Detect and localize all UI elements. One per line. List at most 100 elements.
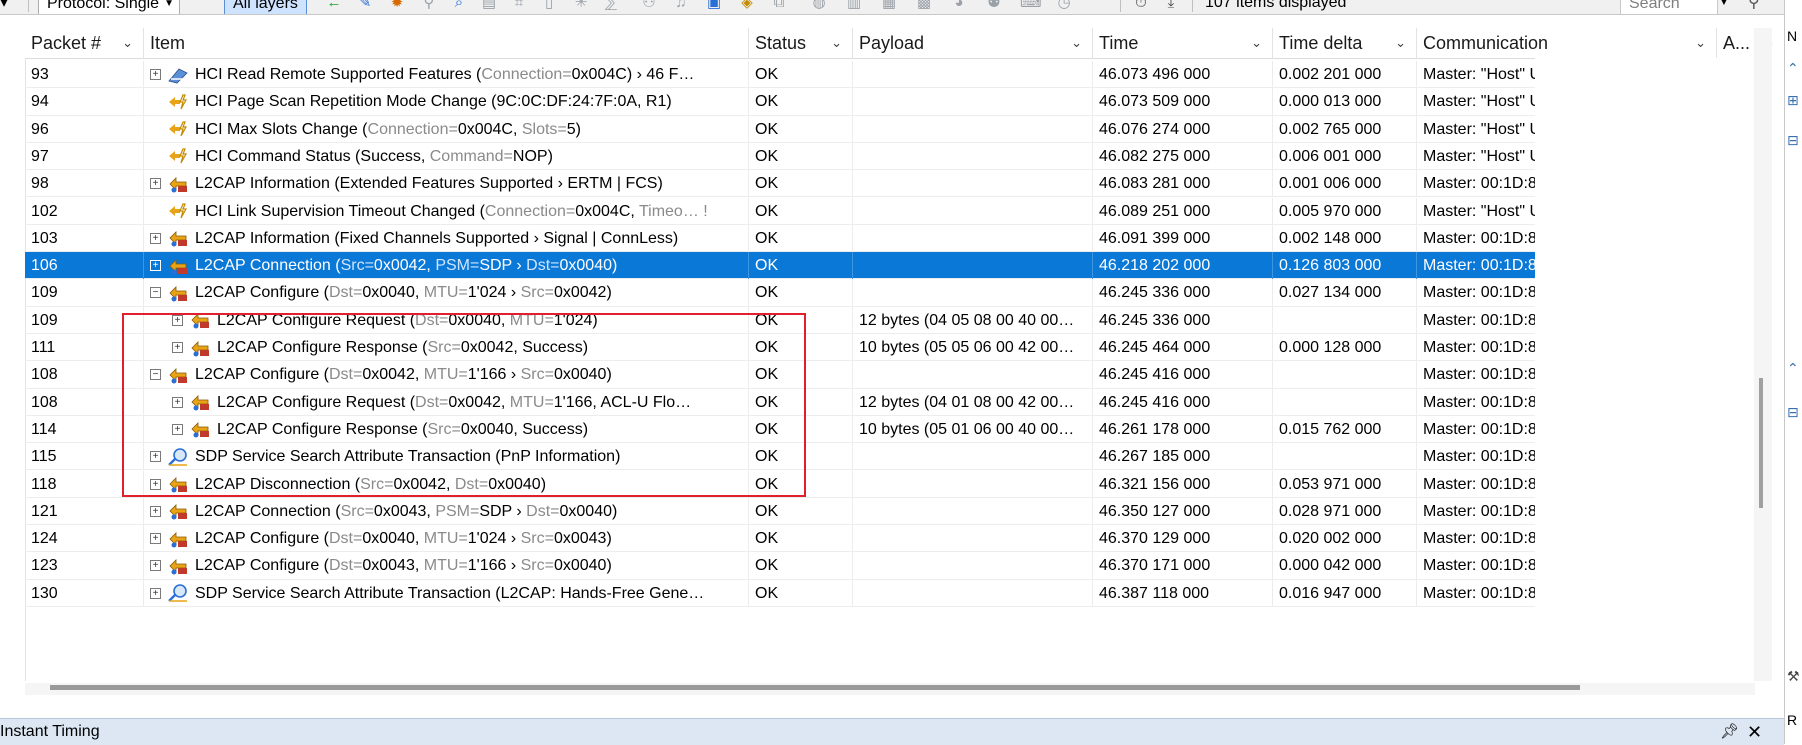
expand-icon[interactable]: + [150,478,161,490]
cell-time-delta: 0.005 970 000 [1273,197,1417,225]
cell-payload [853,197,1093,225]
column-header-time-delta[interactable]: Time delta ⌄ [1273,28,1417,58]
expand-icon[interactable]: + [172,423,183,435]
table-row[interactable]: 93 + HCI Read Remote Supported Features (C… [25,61,1535,89]
toolbar-dropdown-arrow[interactable]: ▾ [0,0,8,14]
cell-time-delta: 0.015 762 000 [1273,415,1417,443]
collapse-icon[interactable]: − [150,369,161,381]
table-row[interactable]: 108− L2CAP Configure (Dst=0x0042, MTU=1'1… [25,361,1535,389]
timer-icon[interactable]: ⏱ [1132,0,1150,12]
column-header-communication[interactable]: Communication ⌄ [1417,28,1717,58]
expand-icon[interactable]: + [150,560,161,572]
music-icon[interactable]: ♫ [672,0,690,12]
pencil-icon[interactable]: ✎ [356,0,374,12]
packet-list[interactable]: 93 + HCI Read Remote Supported Features (C… [25,61,1535,681]
expand-icon[interactable]: + [150,533,161,545]
filter-icon[interactable]: ⚲ [420,0,438,12]
l2cap-icon [189,310,211,330]
table-row[interactable]: 108 + L2CAP Configure Request (Dst=0x0042,… [25,388,1535,416]
search-input[interactable]: Search [1620,0,1718,14]
horizontal-scrollbar-thumb[interactable] [50,685,1580,690]
horizontal-scrollbar[interactable] [25,683,1755,695]
globe-icon[interactable]: ◕ [950,0,968,12]
vertical-scrollbar[interactable] [1754,28,1772,681]
item-description: L2CAP Configure (Dst=0x0043, MTU=1'166 ›… [195,552,612,579]
document-icon[interactable]: ▤ [480,0,498,12]
column-header-status[interactable]: Status ⌄ [749,28,853,58]
table-row[interactable]: 118 + L2CAP Disconnection (Src=0x0042, Dst… [25,470,1535,498]
protocol-select[interactable]: Protocol: Single ▼ [38,0,181,14]
filter-funnel-icon[interactable]: ⚲ [1748,0,1760,14]
cell-item: + L2CAP Configure Response (Src=0x0040, S… [144,415,749,443]
table-row[interactable]: 97 HCI Command Status (Success, Command=N… [25,142,1535,171]
collapse-icon[interactable]: − [150,287,161,299]
clock-icon[interactable]: ◷ [1055,0,1073,12]
column-header-time[interactable]: Time ⌄ [1093,28,1273,58]
expand-icon[interactable]: + [150,232,161,244]
flow-icon[interactable]: ⅀ [602,0,620,12]
package-icon[interactable]: ◈ [738,0,756,12]
tool-icon[interactable]: ⚒ [1787,668,1800,685]
close-icon[interactable]: ✕ [1747,719,1762,745]
table-row[interactable]: 109 + L2CAP Configure Request (Dst=0x0040,… [25,306,1535,334]
bug-icon[interactable]: ✹ [388,0,406,12]
expand-icon[interactable]: + [150,505,161,517]
table-row[interactable]: 103 + L2CAP Information (Fixed Channels Su… [25,224,1535,253]
expand-icon[interactable]: ⊞ [1787,92,1799,109]
item-field-name: Connection= [481,66,572,83]
item-field-value: Extended Features Supported › ERTM | FCS… [339,175,663,193]
table-row[interactable]: 96 HCI Max Slots Change (Connection=0x004… [25,115,1535,143]
table-row[interactable]: 106 + L2CAP Connection (Src=0x0042, PSM=SD… [25,252,1535,280]
vertical-scrollbar-thumb[interactable] [1759,378,1763,508]
tree-icon[interactable]: ⌗ [510,0,528,12]
table-row[interactable]: 111 + L2CAP Configure Response (Src=0x0042… [25,334,1535,362]
disk-icon[interactable]: ◍ [810,0,828,12]
copy-icon[interactable]: ⧉ [770,0,788,12]
table-row[interactable]: 130 + SDP Service Search Attribute Transac… [25,579,1535,607]
window-icon[interactable]: ▣ [705,0,723,12]
table-row[interactable]: 109− L2CAP Configure (Dst=0x0040, MTU=1'0… [25,279,1535,307]
table-row[interactable]: 102 HCI Link Supervision Timeout Changed … [25,197,1535,225]
back-arrow-icon[interactable]: ← [325,0,343,12]
collapse-up-icon[interactable]: ⌃ [1787,60,1799,77]
table-row[interactable]: 94 HCI Page Scan Repetition Mode Change (… [25,88,1535,116]
all-layers-button[interactable]: All layers [224,0,307,14]
table-row[interactable]: 123 + L2CAP Configure (Dst=0x0043, MTU=1'1… [25,552,1535,580]
star-icon[interactable]: ✳ [572,0,590,12]
panel-icon[interactable]: ▦ [880,0,898,12]
item-field-value: 0x0043, [373,502,436,520]
download-icon[interactable]: ⤓ [1162,0,1180,12]
clipboard-icon[interactable]: ▯ [540,0,558,12]
column-header-payload[interactable]: Payload ⌄ [853,28,1093,58]
item-description: L2CAP Configure (Dst=0x0040, MTU=1'024 ›… [195,279,612,306]
people-icon[interactable]: ⚇ [640,0,658,12]
expand-icon[interactable]: + [172,396,183,408]
collapse-up-icon[interactable]: ⌃ [1787,360,1799,377]
table-row[interactable]: 115 + SDP Service Search Attribute Transac… [25,443,1535,471]
search-dropdown-icon[interactable]: ▼ [1719,0,1729,14]
column-header-packet[interactable]: Packet # ⌄ [25,28,144,58]
table-row[interactable]: 114 + L2CAP Configure Response (Src=0x0040… [25,415,1535,444]
search-icon[interactable]: ⌕ [450,0,468,12]
expand-icon[interactable]: + [150,587,161,599]
pin-icon[interactable]: 📌︎ [1720,719,1739,745]
expand-icon[interactable]: + [150,260,161,272]
table-row[interactable]: 124 + L2CAP Configure (Dst=0x0040, MTU=1'0… [25,525,1535,553]
keyboard-icon[interactable]: ⌨ [1020,0,1042,12]
expand-icon[interactable]: + [150,69,161,80]
cell-communication: Master: 00:1D:86:20:1A:99 <-> Sla… [1417,279,1535,306]
table-row[interactable]: 98 + L2CAP Information (Extended Features … [25,170,1535,198]
collapse-icon[interactable]: ⊟ [1787,404,1799,421]
item-description: L2CAP Disconnection (Src=0x0042, Dst=0x0… [195,471,546,498]
collapse-icon[interactable]: ⊟ [1787,132,1799,149]
expand-icon[interactable]: + [150,451,161,463]
item-field-value: SDP › [479,502,527,520]
grid-icon[interactable]: ▩ [915,0,933,12]
column-header-item[interactable]: Item [144,28,749,58]
table-row[interactable]: 121 + L2CAP Connection (Src=0x0043, PSM=SD… [25,497,1535,526]
expand-icon[interactable]: + [150,178,161,190]
layout-icon[interactable]: ▥ [845,0,863,12]
expand-icon[interactable]: + [172,342,183,353]
users-icon[interactable]: ⚉ [985,0,1003,12]
expand-icon[interactable]: + [172,314,183,326]
